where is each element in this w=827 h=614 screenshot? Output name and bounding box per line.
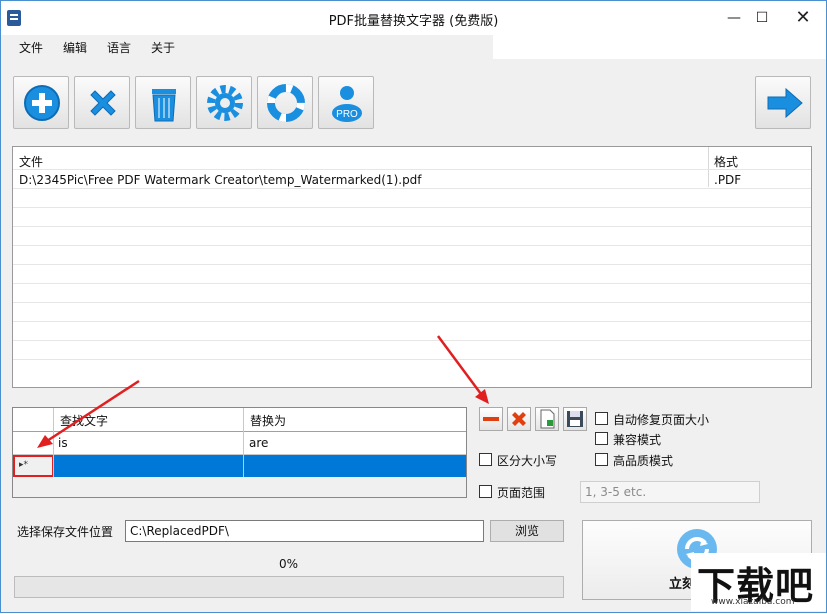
save-path-input[interactable]: C:\ReplacedPDF\ — [125, 520, 484, 542]
add-icon — [24, 85, 60, 121]
close-button[interactable]: ✕ — [780, 1, 826, 35]
menu-language[interactable]: 语言 — [107, 39, 131, 56]
main-window: PDF批量替换文字器 (免费版) — ☐ ✕ 文件 编辑 语言 关于 PRO 文… — [0, 0, 827, 613]
delete-row-button[interactable] — [479, 407, 503, 431]
next-arrow-icon — [767, 87, 803, 119]
progress-bar — [14, 576, 564, 598]
page-range-label: 页面范围 — [497, 486, 546, 500]
browse-button[interactable]: 浏览 — [490, 520, 564, 542]
clear-list-button[interactable] — [135, 76, 191, 129]
progress-text: 0% — [279, 557, 299, 571]
find-text-cell[interactable]: is — [58, 436, 68, 450]
pro-label: PRO — [336, 109, 358, 120]
save-location-label: 选择保存文件位置 — [17, 525, 114, 539]
pro-user-icon: PRO — [332, 86, 362, 122]
save-list-button[interactable] — [563, 407, 587, 431]
file-path-cell[interactable]: D:\2345Pic\Free PDF Watermark Creator\te… — [19, 173, 422, 187]
menu-file[interactable]: 文件 — [19, 39, 43, 56]
column-divider — [243, 408, 244, 477]
high-quality-label: 高品质模式 — [613, 454, 674, 468]
menu-bar-blank — [493, 35, 826, 59]
remove-file-button[interactable] — [74, 76, 130, 129]
title-bar: PDF批量替换文字器 (免费版) — ☐ ✕ — [1, 1, 826, 35]
new-row-selected[interactable] — [54, 455, 466, 477]
compat-mode-checkbox[interactable] — [595, 432, 608, 445]
page-range-input[interactable]: 1, 3-5 etc. — [580, 481, 760, 503]
remove-icon — [90, 90, 116, 116]
table-row[interactable]: is are — [13, 432, 466, 455]
row-line — [13, 169, 811, 170]
replace-text-cell[interactable]: are — [249, 436, 268, 450]
clear-rows-button[interactable] — [507, 407, 531, 431]
column-header-replace[interactable]: 替换为 — [250, 412, 286, 429]
site-watermark: 下载吧 www.xiazaiba.com — [691, 553, 826, 611]
watermark-url: www.xiazaiba.com — [711, 597, 795, 607]
table-header: 查找文字 替换为 — [13, 408, 466, 432]
maximize-button[interactable]: ☐ — [746, 5, 778, 31]
help-button[interactable] — [257, 76, 313, 129]
save-disk-icon — [567, 411, 583, 427]
import-list-button[interactable] — [535, 407, 559, 431]
auto-fix-checkbox[interactable] — [595, 412, 608, 425]
settings-icon — [207, 85, 243, 121]
file-list[interactable]: 文件 格式 D:\2345Pic\Free PDF Watermark Crea… — [12, 146, 812, 388]
compat-mode-label: 兼容模式 — [613, 433, 662, 447]
delete-x-icon — [512, 412, 526, 426]
column-header-file[interactable]: 文件 — [19, 153, 43, 170]
window-title: PDF批量替换文字器 (免费版) — [328, 14, 499, 29]
case-sensitive-checkbox[interactable] — [479, 453, 492, 466]
column-divider[interactable] — [708, 147, 709, 187]
trash-icon — [152, 89, 176, 122]
page-range-checkbox[interactable] — [479, 485, 492, 498]
menu-edit[interactable]: 编辑 — [63, 39, 87, 56]
find-replace-table[interactable]: 查找文字 替换为 is are ▸* — [12, 407, 467, 498]
highlight-box — [13, 455, 54, 477]
add-file-button[interactable] — [13, 76, 69, 129]
file-format-cell[interactable]: .PDF — [714, 173, 741, 187]
column-header-find[interactable]: 查找文字 — [60, 412, 108, 429]
menu-bar: 文件 编辑 语言 关于 — [1, 35, 826, 59]
excel-file-icon — [540, 409, 555, 429]
settings-button[interactable] — [196, 76, 252, 129]
menu-about[interactable]: 关于 — [151, 39, 175, 56]
next-button[interactable] — [755, 76, 811, 129]
case-sensitive-label: 区分大小写 — [497, 454, 558, 468]
pro-button[interactable]: PRO — [318, 76, 374, 129]
help-lifebuoy-icon — [267, 84, 305, 122]
column-divider — [53, 408, 54, 477]
minus-icon — [483, 417, 499, 421]
column-header-format[interactable]: 格式 — [714, 153, 738, 170]
auto-fix-label: 自动修复页面大小 — [613, 413, 710, 427]
high-quality-checkbox[interactable] — [595, 453, 608, 466]
